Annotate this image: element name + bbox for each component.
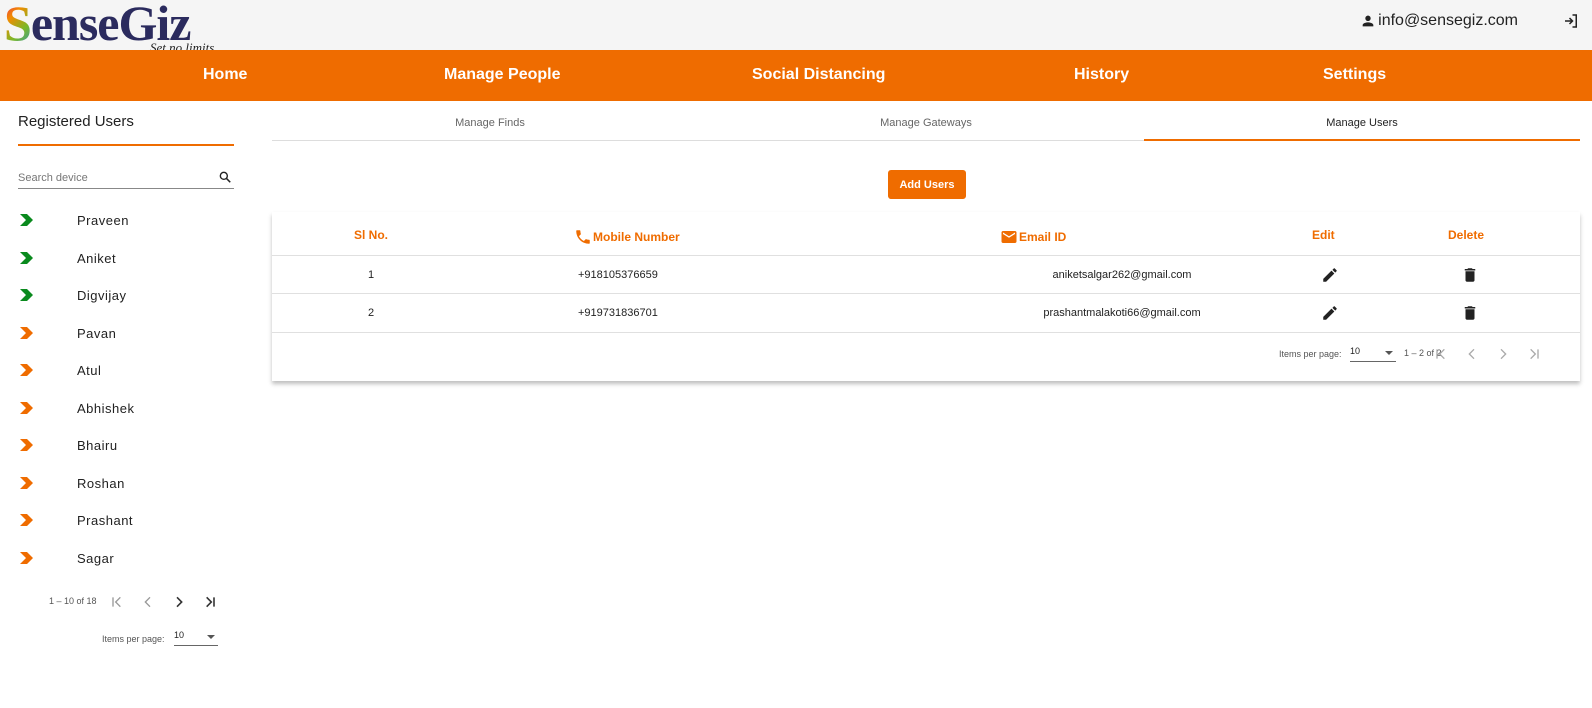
table-items-per-page-value: 10: [1350, 346, 1361, 356]
header-email-id: Email ID: [1000, 228, 1066, 246]
previous-page-icon[interactable]: [1464, 346, 1480, 362]
list-item[interactable]: Aniket: [20, 243, 240, 273]
mail-icon: [1001, 231, 1017, 243]
nav-home[interactable]: Home: [203, 66, 247, 84]
tab-manage-finds[interactable]: Manage Finds: [272, 103, 708, 141]
first-page-icon[interactable]: [109, 594, 125, 610]
last-page-icon[interactable]: [1526, 346, 1542, 362]
header-sl-no: Sl No.: [354, 228, 388, 242]
user-name: Atul: [77, 363, 102, 378]
user-name: Prashant: [77, 513, 134, 528]
list-item[interactable]: Pavan: [20, 318, 240, 348]
sidebar-items-per-page-label: Items per page:: [102, 634, 165, 644]
user-name: Abhishek: [77, 400, 135, 416]
next-page-icon[interactable]: [171, 594, 187, 610]
add-users-button[interactable]: Add Users: [888, 170, 966, 199]
table-row: 2 +919731836701 prashantmalakoti66@gmail.c…: [272, 293, 1580, 331]
list-item[interactable]: Atul: [20, 355, 240, 385]
chevron-status-icon: [20, 551, 33, 564]
table-items-per-page-label: Items per page:: [1279, 349, 1342, 359]
table-items-per-page-select[interactable]: 10: [1350, 346, 1396, 362]
user-name: Digvijay: [77, 288, 127, 303]
tab-manage-users[interactable]: Manage Users: [1144, 103, 1580, 141]
table-footer-divider: [272, 332, 1580, 333]
user-name: Roshan: [77, 475, 125, 491]
header-sl-label: Sl No.: [354, 228, 389, 242]
cell-email-id: aniketsalgar262@gmail.com: [1052, 269, 1192, 281]
sidebar-title: Registered Users: [18, 113, 134, 130]
cell-mobile-number: +918105376659: [578, 269, 658, 281]
cell-sl-no: 1: [368, 269, 375, 281]
header-edit: Edit: [1312, 228, 1335, 242]
cell-sl-no: 2: [368, 307, 375, 319]
table-row: 1 +918105376659 aniketsalgar262@gmail.com: [272, 255, 1580, 293]
person-icon: [1362, 15, 1374, 27]
header-mobile-number: Mobile Number: [574, 228, 680, 246]
edit-icon[interactable]: [1321, 304, 1339, 322]
sidebar-title-underline: [18, 144, 234, 146]
list-item[interactable]: Bhairu: [20, 430, 240, 460]
chevron-status-icon: [20, 439, 33, 451]
chevron-down-icon: [1385, 351, 1393, 355]
chevron-down-icon: [207, 635, 215, 639]
search-icon[interactable]: [218, 170, 232, 184]
previous-page-icon[interactable]: [140, 594, 156, 610]
logout-icon[interactable]: [1562, 12, 1580, 30]
chevron-status-icon: [20, 514, 33, 526]
user-name: Bhairu: [77, 438, 118, 453]
header-mobile-label: Mobile Number: [593, 230, 680, 244]
sidebar-items-per-page-select[interactable]: 10: [174, 630, 218, 646]
list-item[interactable]: Prashant: [20, 505, 240, 535]
edit-icon[interactable]: [1321, 266, 1339, 284]
chevron-status-icon: [20, 364, 33, 376]
list-item[interactable]: Sagar: [20, 543, 240, 573]
chevron-status-icon: [20, 326, 33, 339]
nav-social-distancing[interactable]: Social Distancing: [752, 66, 885, 84]
user-name: Praveen: [77, 213, 129, 228]
nav-history[interactable]: History: [1074, 66, 1129, 84]
next-page-icon[interactable]: [1495, 346, 1511, 362]
chevron-status-icon: [20, 214, 33, 226]
main-nav: Home Manage People Social Distancing His…: [0, 50, 1592, 101]
sensegiz-logo[interactable]: SenseGiz Set no limits: [4, 0, 224, 56]
tab-manage-gateways[interactable]: Manage Gateways: [708, 103, 1144, 141]
nav-settings[interactable]: Settings: [1323, 66, 1386, 84]
chevron-status-icon: [20, 251, 33, 264]
header-delete-label: Delete: [1448, 228, 1485, 242]
top-bar: SenseGiz Set no limits info@sensegiz.com: [0, 0, 1592, 55]
phone-icon: [576, 230, 590, 244]
chevron-status-icon: [20, 401, 33, 414]
sidebar-page-range: 1 – 10 of 18: [49, 596, 97, 606]
chevron-status-icon: [20, 289, 33, 301]
search-input[interactable]: [18, 168, 208, 184]
header-edit-label: Edit: [1312, 228, 1335, 242]
user-email: info@sensegiz.com: [1378, 12, 1518, 29]
chevron-status-icon: [20, 476, 33, 489]
user-name: Aniket: [77, 250, 117, 266]
last-page-icon[interactable]: [202, 594, 218, 610]
user-name: Pavan: [77, 325, 117, 341]
users-table: Sl No. Mobile Number Email ID Edit Delet…: [272, 212, 1580, 381]
user-account: info@sensegiz.com: [1360, 12, 1518, 30]
cell-email-id: prashantmalakoti66@gmail.com: [1043, 307, 1201, 319]
tab-bar: Manage Finds Manage Gateways Manage User…: [272, 103, 1580, 141]
sidebar-items-per-page-value: 10: [174, 630, 185, 640]
list-item[interactable]: Roshan: [20, 468, 240, 498]
list-item[interactable]: Abhishek: [20, 393, 240, 423]
header-email-label: Email ID: [1019, 230, 1067, 244]
nav-manage-people[interactable]: Manage People: [444, 66, 560, 84]
user-name: Sagar: [77, 550, 115, 566]
list-item[interactable]: Praveen: [20, 205, 240, 235]
device-search: [18, 168, 234, 189]
trash-icon[interactable]: [1461, 304, 1479, 322]
trash-icon[interactable]: [1461, 266, 1479, 284]
header-delete: Delete: [1448, 228, 1484, 242]
list-item[interactable]: Digvijay: [20, 280, 240, 310]
first-page-icon[interactable]: [1433, 346, 1449, 362]
cell-mobile-number: +919731836701: [578, 307, 658, 319]
